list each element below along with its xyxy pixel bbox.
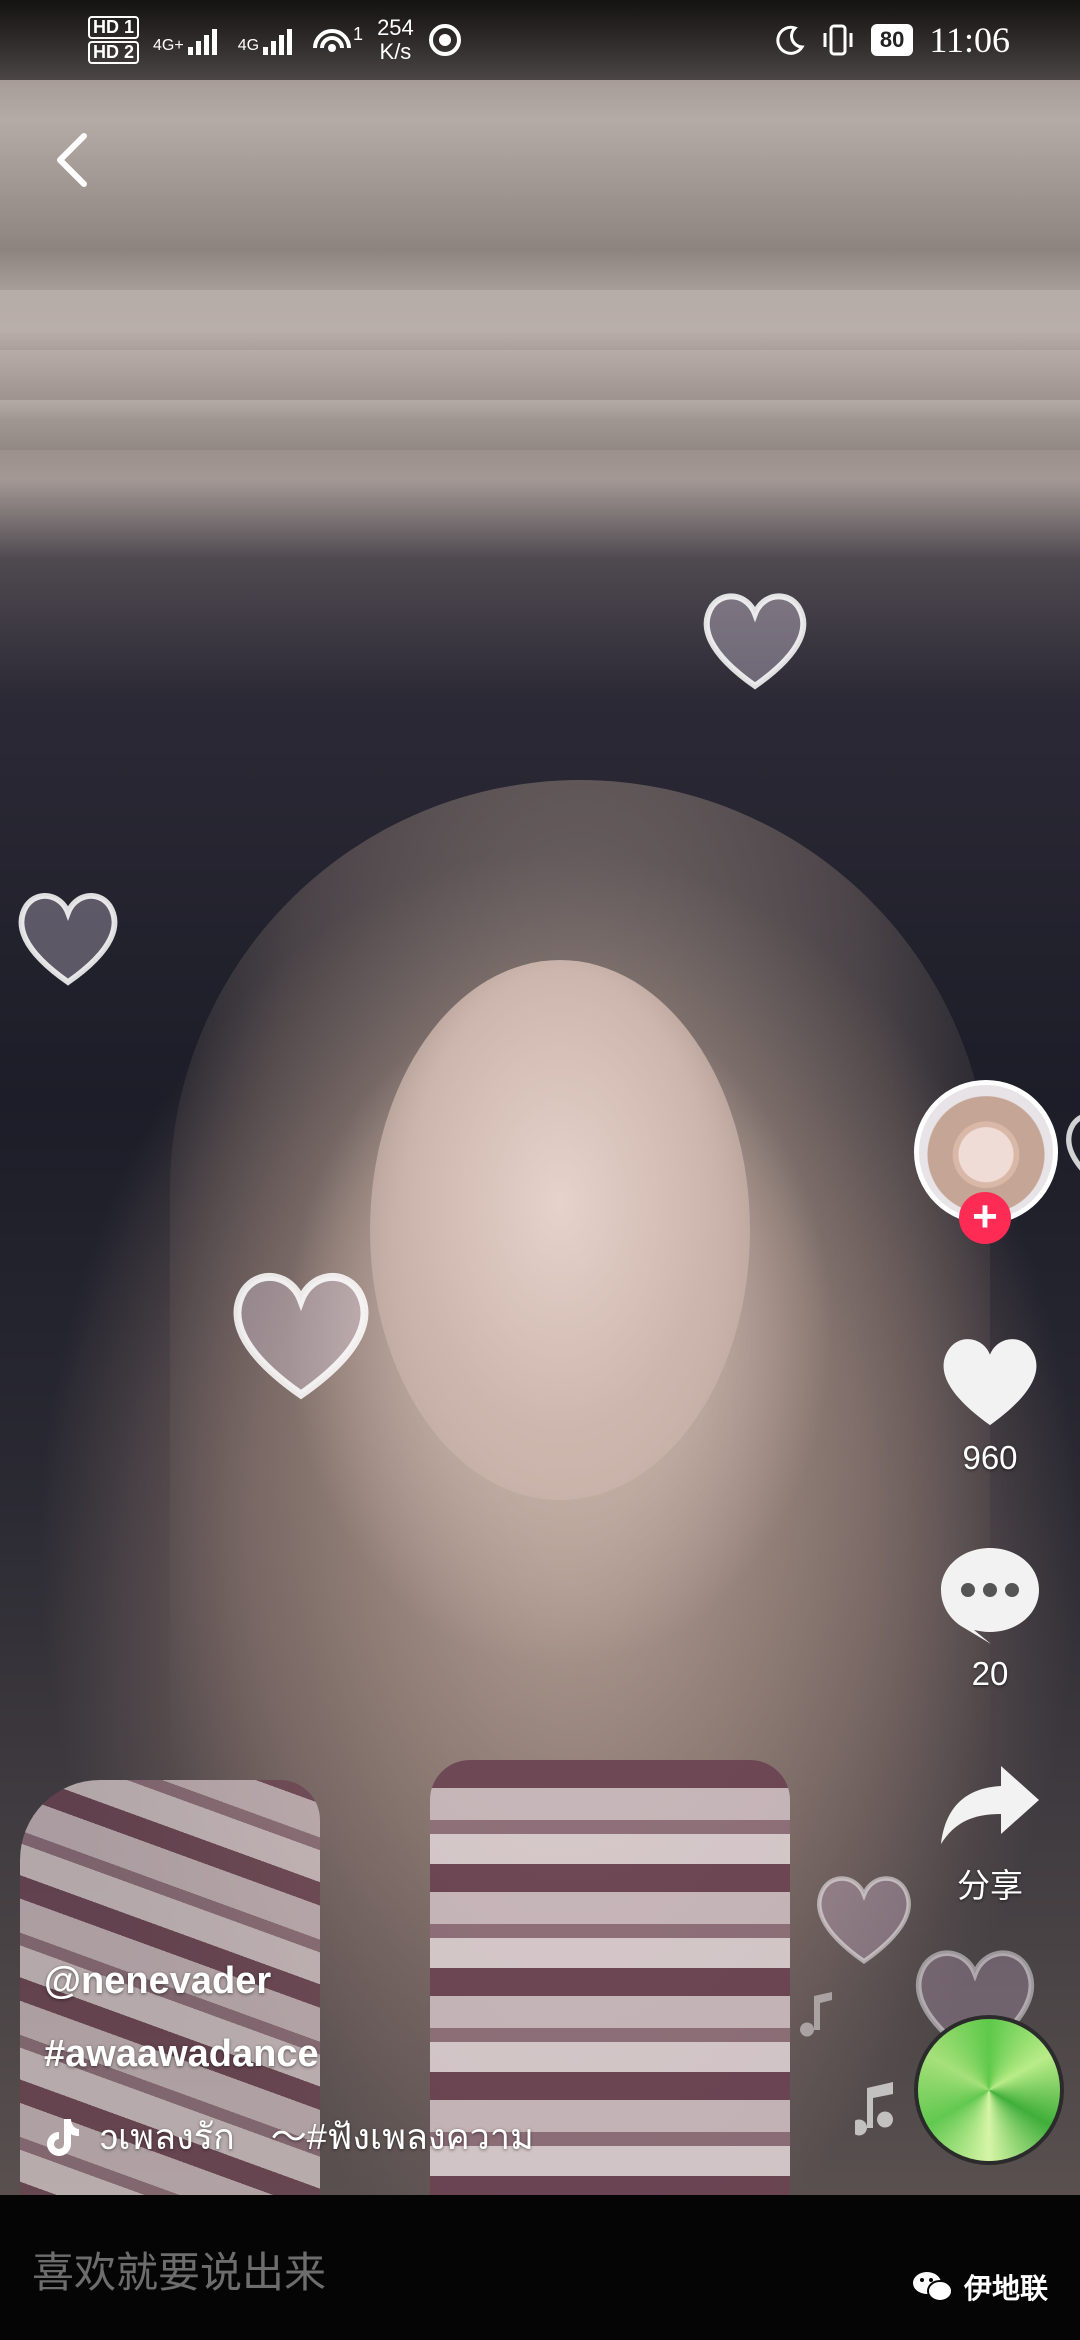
- creator-avatar-button[interactable]: +: [914, 1080, 1058, 1244]
- heart-icon: [943, 1339, 1037, 1426]
- hotspot-icon: 1: [313, 24, 363, 56]
- video-caption: @nenevader #awaawadance ɔเพลงรัก ～#ฟังเพ…: [44, 1960, 864, 2165]
- comment-input[interactable]: 喜欢就要说出来: [32, 2239, 326, 2300]
- share-button[interactable]: 分享: [910, 1760, 1070, 1907]
- network-type-label: 4G: [237, 37, 260, 54]
- like-count: 960: [962, 1439, 1018, 1476]
- signal-strength-icon: 4G+: [153, 25, 224, 55]
- music-info[interactable]: ɔเพลงรัก ～#ฟังเพลงความ: [44, 2108, 864, 2165]
- heart-bubble-icon: [817, 1876, 911, 1965]
- video-subject-face: [370, 960, 750, 1500]
- clock: 11:06: [929, 20, 1010, 60]
- vibrate-icon: [823, 24, 853, 56]
- status-bar: HD 1 HD 2 4G+ 4G 1 254 K/s 80 11:06: [0, 0, 1080, 80]
- signal-strength-icon: 4G: [238, 25, 299, 55]
- background-shelf: [0, 400, 1080, 450]
- tiktok-logo-icon: [47, 2118, 79, 2156]
- comment-bubble-icon: [941, 1548, 1039, 1644]
- do-not-disturb-moon-icon: [776, 25, 805, 55]
- network-speed-value: 254: [377, 15, 414, 40]
- hotspot-count: 1: [353, 24, 364, 44]
- hashtag-link[interactable]: #awaawadance: [44, 2033, 864, 2076]
- comment-button[interactable]: 20: [910, 1542, 1070, 1693]
- comment-count: 20: [971, 1655, 1009, 1692]
- heart-bubble-icon: [1066, 1115, 1080, 1171]
- author-username-link[interactable]: @nenevader: [44, 1960, 864, 2003]
- eye-comfort-icon: [428, 24, 461, 56]
- heart-bubble-icon: [233, 1272, 369, 1400]
- back-button[interactable]: [48, 130, 98, 190]
- share-label: 分享: [957, 1867, 1023, 1904]
- network-speed-unit: K/s: [379, 39, 412, 64]
- network-type-label: 4G+: [153, 37, 184, 54]
- battery-icon: 80: [870, 24, 914, 56]
- follow-button[interactable]: +: [959, 1192, 1011, 1244]
- network-speed: 254 K/s: [377, 16, 414, 64]
- music-disc-button[interactable]: [914, 2015, 1064, 2165]
- wechat-watermark: 伊地联: [912, 2267, 1048, 2307]
- hd-label-2: HD 2: [88, 41, 140, 64]
- heart-bubble-icon: [18, 893, 118, 986]
- share-arrow-icon: [941, 1766, 1039, 1844]
- like-button[interactable]: 960: [910, 1330, 1070, 1477]
- music-title: ɔเพลงรัก ～#ฟังเพลงความ: [100, 2116, 534, 2157]
- wechat-icon: [913, 2272, 953, 2302]
- heart-bubble-icon: [703, 593, 807, 690]
- hd-label-1: HD 1: [88, 16, 140, 39]
- watermark-label: 伊地联: [964, 2273, 1049, 2304]
- background-shelf: [0, 290, 1080, 350]
- chevron-left-icon: [57, 133, 87, 187]
- hd-indicator: HD 1 HD 2: [88, 15, 140, 65]
- bottom-bar: 喜欢就要说出来 伊地联: [0, 2195, 1080, 2340]
